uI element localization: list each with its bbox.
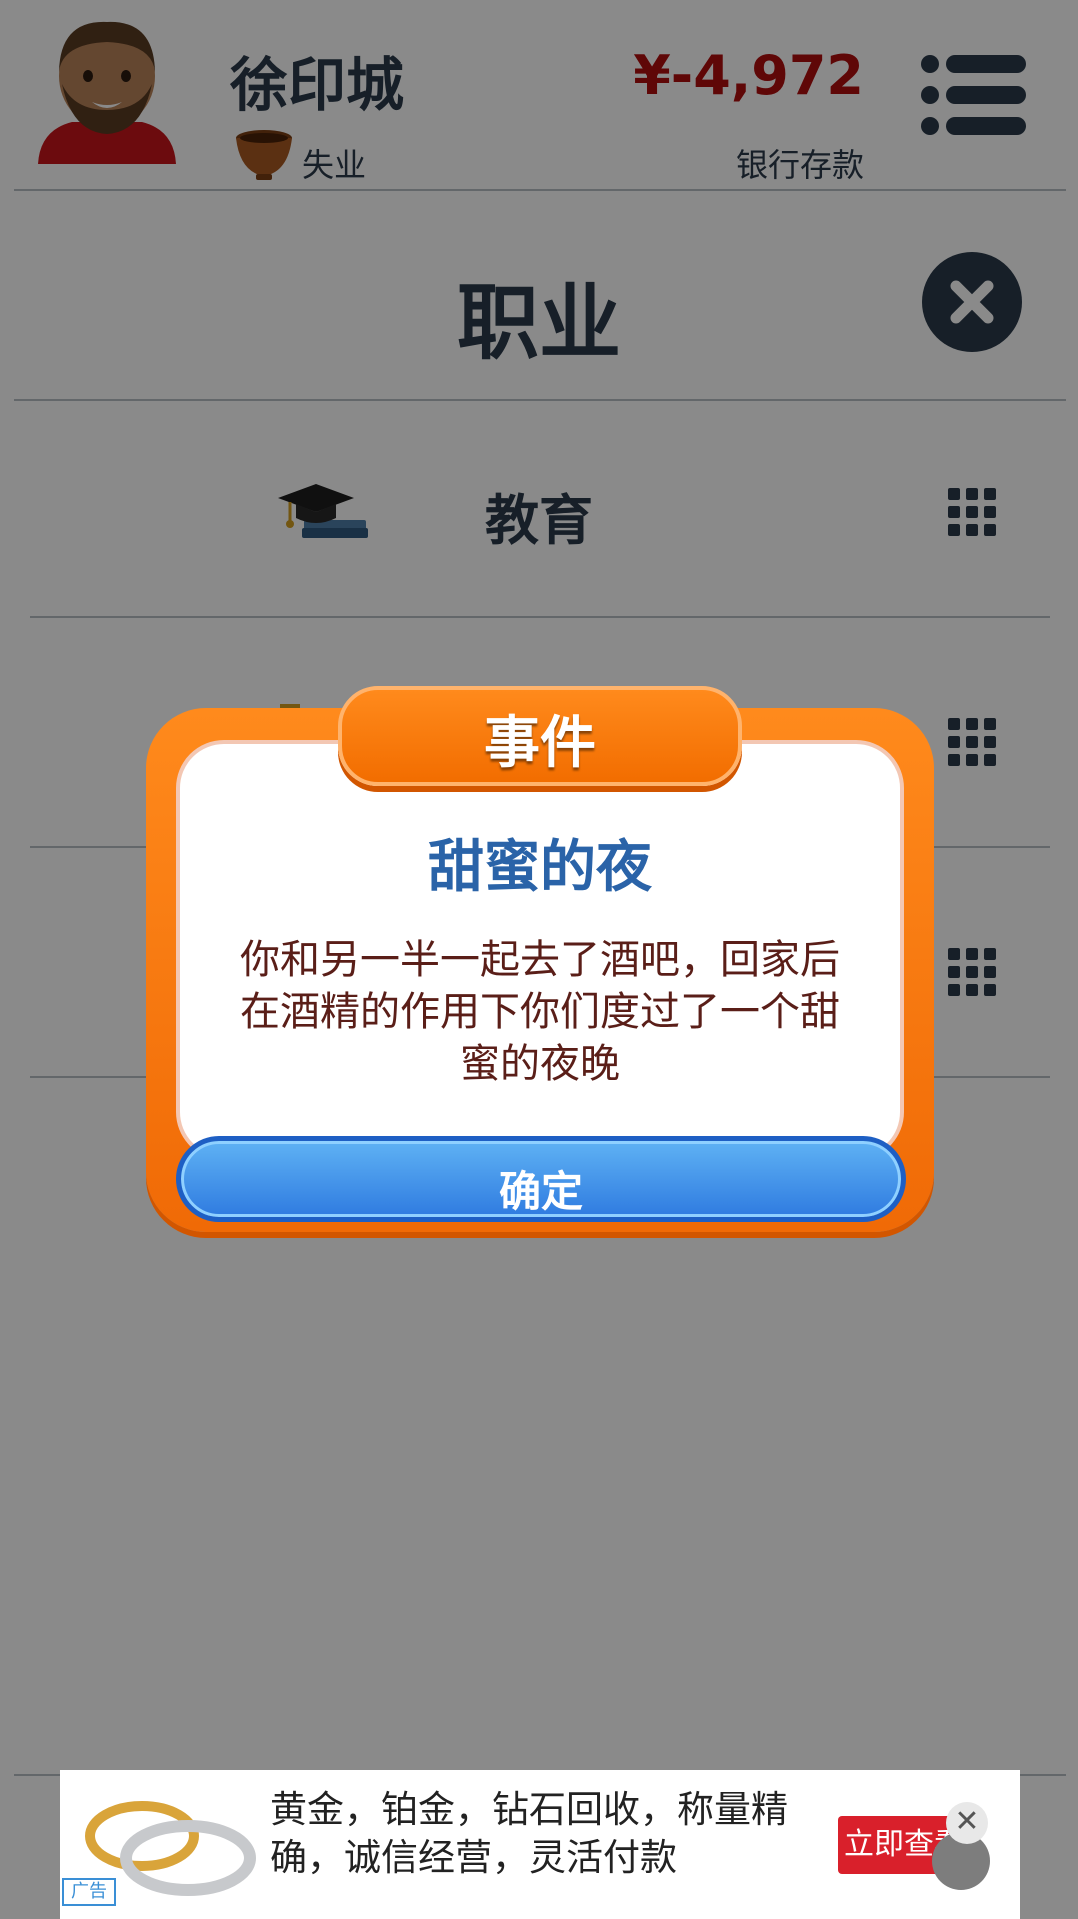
ad-close-button[interactable]: ✕ [946, 1802, 988, 1844]
confirm-button-label[interactable]: 确定 [176, 1158, 906, 1219]
ad-text[interactable]: 黄金，铂金，钻石回收，称量精确，诚信经营，灵活付款 [270, 1786, 830, 1882]
event-description: 你和另一半一起去了酒吧，回家后在酒精的作用下你们度过了一个甜蜜的夜晚 [240, 937, 840, 1087]
event-title: 甜蜜的夜 [428, 835, 652, 900]
event-dialog-tab-label: 事件 [484, 711, 596, 776]
ad-tag: 广告 [62, 1878, 116, 1906]
